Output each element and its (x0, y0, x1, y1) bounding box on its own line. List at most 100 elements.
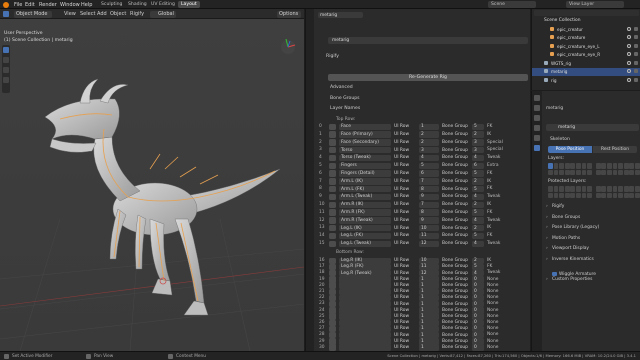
layer-toggle-checkbox[interactable] (329, 201, 336, 208)
protected-layer-toggle[interactable] (612, 192, 618, 199)
ui-row-field[interactable]: 10 (419, 224, 439, 232)
properties-panel-header[interactable]: › Rigify (544, 202, 640, 211)
layer-toggle-button[interactable] (635, 169, 640, 176)
eye-icon[interactable] (627, 52, 631, 56)
outliner[interactable]: Scene Collection epic_creatur epic_creatu… (531, 9, 640, 90)
layer-toggle-button[interactable] (587, 169, 592, 176)
menu-render[interactable]: Render (39, 2, 57, 8)
protected-layer-toggle[interactable] (635, 192, 640, 199)
camera-icon[interactable] (634, 69, 638, 73)
protected-layer-toggle[interactable] (612, 186, 618, 192)
layer-name-field[interactable]: Leg.L (IK) (339, 224, 391, 232)
bone-group-field[interactable]: 5 (472, 209, 484, 216)
bone-group-field[interactable]: 2 (472, 224, 484, 232)
regenerate-rig-button[interactable]: Re-Generate Rig (328, 74, 528, 81)
protected-layer-toggle[interactable] (601, 192, 607, 199)
select-box-icon[interactable] (3, 47, 9, 53)
menu-rigify[interactable]: Rigify (130, 11, 144, 17)
options-dropdown[interactable]: Options (277, 10, 301, 18)
layer-toggle-button[interactable] (623, 163, 629, 169)
outliner-item[interactable]: epic_creature_eye_R (532, 51, 640, 59)
layer-toggle-checkbox[interactable] (329, 146, 336, 154)
protected-layer-toggle[interactable] (587, 186, 592, 192)
layer-toggle-button[interactable] (570, 163, 576, 169)
protected-layer-toggle[interactable] (553, 186, 559, 192)
bone-group-field[interactable]: 5 (472, 123, 484, 130)
ui-row-field[interactable]: 4 (419, 154, 439, 162)
layer-toggle-checkbox[interactable] (329, 344, 336, 351)
properties-panel-header[interactable]: › Pose Library (Legacy) (544, 223, 640, 232)
protected-layer-toggle[interactable] (581, 192, 587, 199)
layer-toggle-checkbox[interactable] (329, 240, 336, 247)
protected-layers-grid[interactable] (548, 186, 640, 199)
protected-layer-toggle[interactable] (548, 186, 553, 192)
layer-toggle-button[interactable] (548, 163, 553, 169)
section-bone-groups[interactable]: Bone Groups (330, 96, 360, 101)
section-advanced[interactable]: Advanced (330, 85, 353, 90)
outliner-item[interactable]: metarig (532, 67, 640, 76)
layer-toggle-checkbox[interactable] (329, 170, 336, 177)
object-tab-icon[interactable] (534, 135, 540, 141)
layer-toggle-checkbox[interactable] (329, 178, 336, 185)
layer-toggle-button[interactable] (581, 163, 587, 169)
layer-toggle-button[interactable] (587, 163, 592, 169)
protected-layer-toggle[interactable] (601, 186, 607, 192)
menu-view[interactable]: View (64, 11, 76, 17)
layer-toggle-button[interactable] (601, 169, 607, 176)
properties-panel-header[interactable]: › Viewport Display (544, 244, 640, 253)
layer-toggle-button[interactable] (548, 169, 553, 176)
ui-row-field[interactable]: 3 (419, 146, 439, 154)
eye-icon[interactable] (627, 69, 631, 73)
layer-toggle-button[interactable] (601, 163, 607, 169)
layer-toggle-checkbox[interactable] (329, 224, 336, 232)
bone-group-field[interactable]: 3 (472, 139, 484, 146)
ui-row-field[interactable]: 8 (419, 185, 439, 193)
armature-name-field[interactable]: metarig (328, 37, 528, 44)
ui-row-field[interactable]: 1 (419, 344, 439, 351)
select-tool-icon[interactable] (3, 11, 9, 17)
protected-layer-toggle[interactable] (548, 192, 553, 199)
camera-icon[interactable] (634, 77, 638, 82)
properties-panel-header[interactable]: › Bone Groups (544, 213, 640, 222)
layer-toggle-button[interactable] (559, 163, 564, 169)
tab-sculpting[interactable]: Sculpting (98, 1, 125, 8)
eye-icon[interactable] (627, 77, 631, 82)
scene-selector[interactable]: Scene (488, 1, 536, 8)
mode-selector[interactable]: Object Mode (14, 10, 52, 18)
layer-toggle-button[interactable] (564, 163, 570, 169)
layer-toggle-button[interactable] (618, 163, 623, 169)
protected-layer-toggle[interactable] (553, 192, 559, 199)
protected-layer-toggle[interactable] (559, 186, 564, 192)
menu-window[interactable]: Window (60, 2, 80, 8)
layer-name-field[interactable]: Arm.R (IK) (339, 201, 391, 208)
protected-layer-toggle[interactable] (607, 186, 612, 192)
ui-row-field[interactable]: 7 (419, 178, 439, 185)
output-tab-icon[interactable] (534, 115, 540, 121)
layer-name-field[interactable]: Face (Secondary) (339, 139, 391, 146)
layer-toggle-button[interactable] (629, 169, 635, 176)
tab-shading[interactable]: Shading (125, 1, 150, 8)
properties-panel-header[interactable]: › Inverse Kinematics (544, 255, 640, 264)
menu-select[interactable]: Select (80, 11, 95, 17)
camera-icon[interactable] (634, 43, 638, 48)
bone-group-field[interactable]: 5 (472, 170, 484, 177)
menu-help[interactable]: Help (81, 2, 92, 8)
outliner-item[interactable]: rig (532, 76, 640, 84)
eye-icon[interactable] (627, 35, 631, 39)
layer-toggle-button[interactable] (635, 163, 640, 169)
protected-layer-toggle[interactable] (629, 186, 635, 192)
protected-layer-toggle[interactable] (618, 192, 623, 199)
outliner-item[interactable]: epic_creatur (532, 25, 640, 33)
protected-layer-toggle[interactable] (576, 186, 581, 192)
bone-group-field[interactable]: 5 (472, 185, 484, 193)
rest-position-button[interactable]: Rest Position (593, 146, 637, 153)
camera-icon[interactable] (634, 52, 638, 56)
layer-toggle-checkbox[interactable] (329, 209, 336, 216)
ui-row-field[interactable]: 7 (419, 201, 439, 208)
scene-tab-icon[interactable] (534, 125, 540, 131)
layer-toggle-checkbox[interactable] (329, 154, 336, 162)
layer-name-field[interactable]: Leg.L (FK) (339, 232, 391, 240)
layer-name-field[interactable]: Torso (339, 146, 391, 154)
camera-icon[interactable] (634, 35, 638, 39)
ui-row-field[interactable]: 9 (419, 193, 439, 201)
